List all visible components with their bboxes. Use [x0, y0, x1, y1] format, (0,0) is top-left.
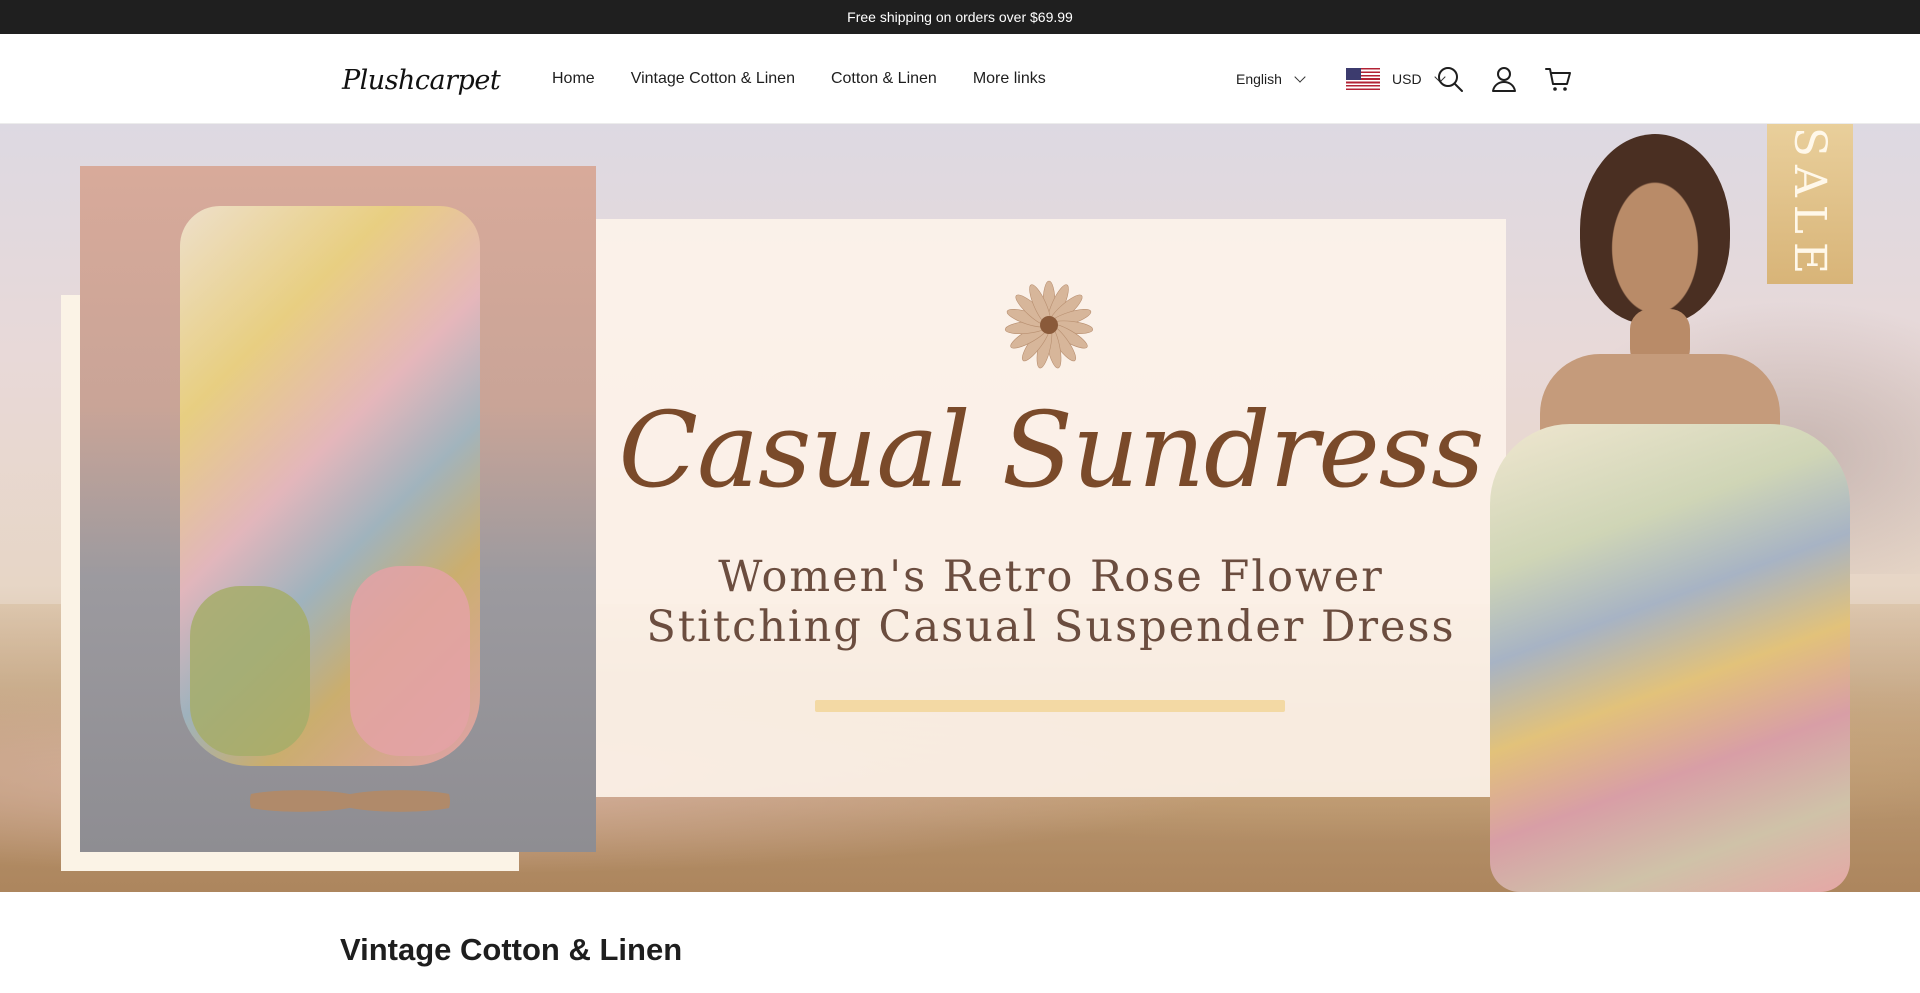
daisy-icon [1004, 280, 1094, 369]
nav-cotton-linen[interactable]: Cotton & Linen [831, 70, 937, 88]
section-title: Vintage Cotton & Linen [340, 932, 683, 967]
sale-tag-text: SALE [1784, 126, 1836, 282]
hero-title: Casual Sundress [618, 389, 1484, 511]
nav-home[interactable]: Home [552, 70, 595, 88]
hero-subtitle: Women's Retro Rose Flower Stitching Casu… [596, 552, 1506, 652]
search-button[interactable] [1436, 65, 1464, 93]
search-icon [1438, 67, 1463, 92]
announcement-text: Free shipping on orders over $69.99 [847, 9, 1073, 25]
us-flag-icon [1346, 68, 1380, 90]
currency-selector[interactable]: USD [1346, 34, 1446, 124]
header-icons [1436, 34, 1572, 124]
hero-subtitle-line-1: Women's Retro Rose Flower [718, 552, 1384, 602]
hero-subtitle-line-2: Stitching Casual Suspender Dress [646, 602, 1456, 652]
hero-accent-bar [815, 700, 1285, 712]
language-selector[interactable]: English [1236, 34, 1306, 124]
brand-logo[interactable]: Plushcarpet [340, 52, 501, 108]
product-photo-pants [80, 166, 596, 852]
nav-more-links[interactable]: More links [973, 70, 1046, 88]
brand-name: Plushcarpet [342, 64, 501, 96]
user-icon [1492, 67, 1516, 92]
language-label: English [1236, 71, 1282, 87]
currency-label: USD [1392, 71, 1422, 87]
cart-icon [1545, 68, 1571, 91]
main-nav: Home Vintage Cotton & Linen Cotton & Lin… [552, 34, 1046, 124]
sale-tag: SALE [1767, 124, 1853, 284]
site-header: Plushcarpet Home Vintage Cotton & Linen … [0, 34, 1920, 124]
nav-vintage-cotton-linen[interactable]: Vintage Cotton & Linen [631, 70, 795, 88]
chevron-down-icon [1294, 71, 1306, 83]
hero-banner[interactable]: Casual Sundress Women's Retro Rose Flowe… [0, 124, 1920, 892]
account-button[interactable] [1490, 65, 1518, 93]
announcement-bar: Free shipping on orders over $69.99 [0, 0, 1920, 34]
cart-button[interactable] [1544, 65, 1572, 93]
